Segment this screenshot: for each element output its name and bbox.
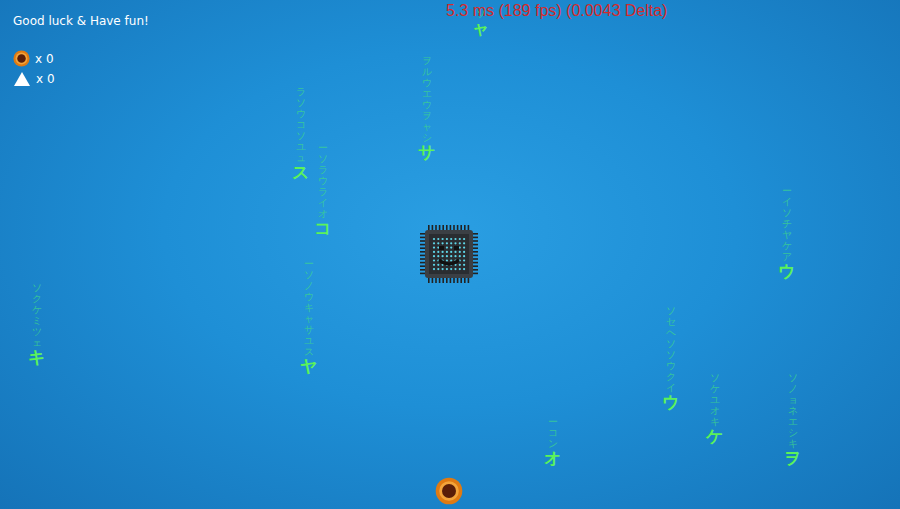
rain-head: ケ xyxy=(706,427,723,446)
rain-head: ヲ xyxy=(784,449,801,468)
chip-player-icon xyxy=(419,224,479,284)
rain-trail: ーソラウライオ xyxy=(318,142,328,219)
greeting-text: Good luck & Have fun! xyxy=(13,14,149,28)
rain-head: ス xyxy=(292,163,309,182)
rain-trail: ソノョネエシキ xyxy=(788,372,798,449)
rain-trail: ーソノウキャサユス xyxy=(304,258,314,357)
rain-head: オ xyxy=(544,449,561,468)
counter-value: x 0 xyxy=(36,72,55,86)
rain-trail: ーコン xyxy=(548,416,558,449)
rain-head: ヤ xyxy=(300,357,317,376)
rain-column: ーソノウキャサユスヤ xyxy=(300,258,317,376)
rain-head: キ xyxy=(28,348,45,367)
rain-trail: ソクケミツェ xyxy=(32,282,42,348)
counter-row: x 0 xyxy=(13,71,149,87)
rain-column: ソャ xyxy=(472,8,489,38)
rain-column: ーソラウライオコ xyxy=(314,142,331,238)
rain-column: ヲルウエウヲャシサ xyxy=(418,55,435,162)
rain-column: ーコンオ xyxy=(544,416,561,468)
hud: Good luck & Have fun! x 0 x 0 xyxy=(13,14,149,87)
counter-value: x 0 xyxy=(35,52,54,66)
rain-column: ーイソチヤケアウ xyxy=(778,185,795,281)
counter-row: x 0 xyxy=(13,50,149,67)
rain-head: サ xyxy=(418,143,435,162)
rain-trail: ソ xyxy=(476,8,486,19)
rain-head: ウ xyxy=(662,393,679,412)
game-canvas[interactable]: Good luck & Have fun!x 0x 05.3 ms (189 f… xyxy=(0,0,900,509)
rain-trail: ソセヘソソウクイ xyxy=(666,305,676,393)
rain-column: ソセヘソソウクイウ xyxy=(662,305,679,412)
triangle-icon xyxy=(13,71,31,87)
coin-pickup-icon xyxy=(435,477,463,505)
rain-trail: ラソウコソユュ xyxy=(296,86,306,163)
rain-column: ラソウコソユュス xyxy=(292,86,309,182)
rain-column: ソケユオキケ xyxy=(706,372,723,446)
rain-trail: ソケユオキ xyxy=(710,372,720,427)
rain-trail: ヲルウエウヲャシ xyxy=(422,55,432,143)
rain-column: ソノョネエシキヲ xyxy=(784,372,801,468)
coin-icon xyxy=(13,50,30,67)
rain-column: ソクケミツェキ xyxy=(28,282,45,367)
rain-head: ウ xyxy=(778,262,795,281)
rain-trail: ーイソチヤケア xyxy=(782,185,792,262)
rain-head: ャ xyxy=(472,19,489,38)
rain-head: コ xyxy=(314,219,331,238)
